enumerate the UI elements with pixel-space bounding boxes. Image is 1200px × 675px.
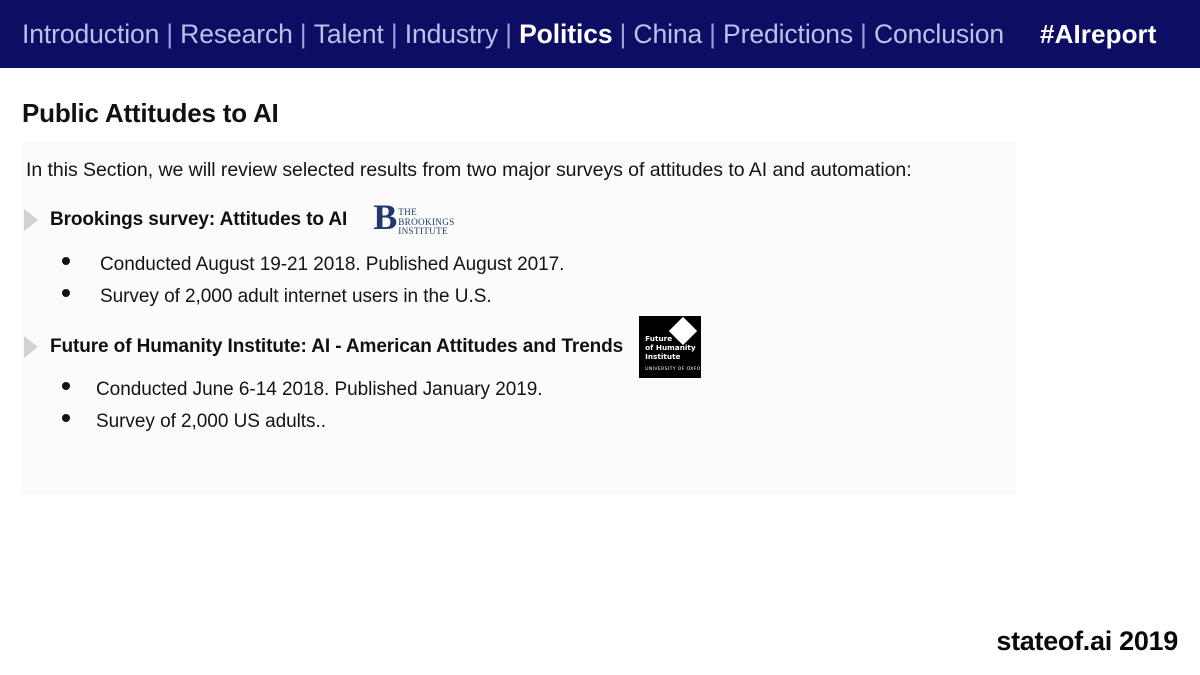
nav-item-talent[interactable]: Talent (314, 21, 384, 48)
footer-branding: stateof.ai 2019 (996, 626, 1178, 656)
bullet-text: Conducted June 6-14 2018. Published Janu… (96, 379, 543, 400)
nav-separator: | (709, 18, 717, 49)
bullet-dot-icon (62, 382, 70, 390)
fhi-logo: Future of Humanity Institute UNIVERSITY … (639, 316, 708, 378)
fhi-logo-block: Future of Humanity Institute UNIVERSITY … (639, 316, 708, 378)
nav-separator: | (299, 18, 307, 49)
report-hashtag: #AIreport (1040, 19, 1157, 49)
survey-heading-row: Brookings survey: Attitudes to AI B THE … (22, 197, 1016, 237)
bullet-text: Survey of 2,000 US adults.. (96, 411, 326, 432)
survey-heading-brookings: Brookings survey: Attitudes to AI (50, 209, 348, 230)
nav-item-research[interactable]: Research (180, 21, 293, 48)
nav-item-politics[interactable]: Politics (519, 21, 613, 48)
fhi-logo-line-3: Institute (645, 352, 681, 361)
nav-separator: | (505, 18, 513, 49)
nav-separator: | (166, 18, 174, 49)
brookings-logo: B THE BROOKINGS INSTITUTE (373, 197, 454, 237)
brookings-wordmark: B THE BROOKINGS INSTITUTE (373, 197, 454, 237)
nav-item-predictions[interactable]: Predictions (723, 21, 853, 48)
bullet-text: Survey of 2,000 adult internet users in … (100, 286, 492, 307)
nav-item-conclusion[interactable]: Conclusion (874, 21, 1004, 48)
triangle-bullet-icon (24, 336, 38, 358)
list-item: Survey of 2,000 adult internet users in … (22, 281, 1016, 313)
content-panel: In this Section, we will review selected… (22, 142, 1016, 495)
bullet-text: Conducted August 19-21 2018. Published A… (100, 254, 565, 275)
page-title: Public Attitudes to AI (22, 98, 279, 128)
fhi-logo-subtitle: UNIVERSITY OF OXFORD (645, 367, 709, 372)
bullet-dot-icon (62, 289, 70, 297)
survey-block-fhi: Future of Humanity Institute: AI - Ameri… (22, 316, 1016, 438)
nav-separator: | (860, 18, 867, 49)
triangle-bullet-icon (24, 209, 38, 231)
nav-item-introduction[interactable]: Introduction (22, 21, 159, 48)
intro-paragraph: In this Section, we will review selected… (26, 159, 912, 181)
bullet-dot-icon (62, 414, 70, 422)
nav-item-china[interactable]: China (633, 21, 702, 48)
nav-item-list: Introduction | Research | Talent | Indus… (22, 21, 1004, 48)
survey-heading-fhi: Future of Humanity Institute: AI - Ameri… (50, 336, 624, 357)
fhi-logo-lines: Future of Humanity Institute (645, 334, 696, 361)
fhi-logo-line-1: Future (645, 334, 673, 343)
nav-separator: | (390, 18, 398, 49)
brookings-initial-b: B (373, 197, 398, 237)
list-item: Conducted June 6-14 2018. Published Janu… (22, 374, 1016, 406)
brookings-logo-lines: THE BROOKINGS INSTITUTE (398, 207, 454, 237)
nav-item-industry[interactable]: Industry (405, 21, 499, 48)
survey-heading-row: Future of Humanity Institute: AI - Ameri… (22, 316, 1016, 378)
fhi-logo-line-2: of Humanity (645, 343, 696, 352)
list-item: Conducted August 19-21 2018. Published A… (22, 249, 1016, 281)
bullet-dot-icon (62, 257, 70, 265)
brookings-logo-line-3: INSTITUTE (398, 226, 448, 237)
nav-separator: | (619, 18, 627, 49)
survey-block-brookings: Brookings survey: Attitudes to AI B THE … (22, 197, 1016, 313)
list-item: Survey of 2,000 US adults.. (22, 406, 1016, 438)
survey-bullet-list-brookings: Conducted August 19-21 2018. Published A… (22, 249, 1016, 313)
top-navigation-bar: Introduction | Research | Talent | Indus… (0, 0, 1200, 68)
survey-bullet-list-fhi: Conducted June 6-14 2018. Published Janu… (22, 374, 1016, 438)
